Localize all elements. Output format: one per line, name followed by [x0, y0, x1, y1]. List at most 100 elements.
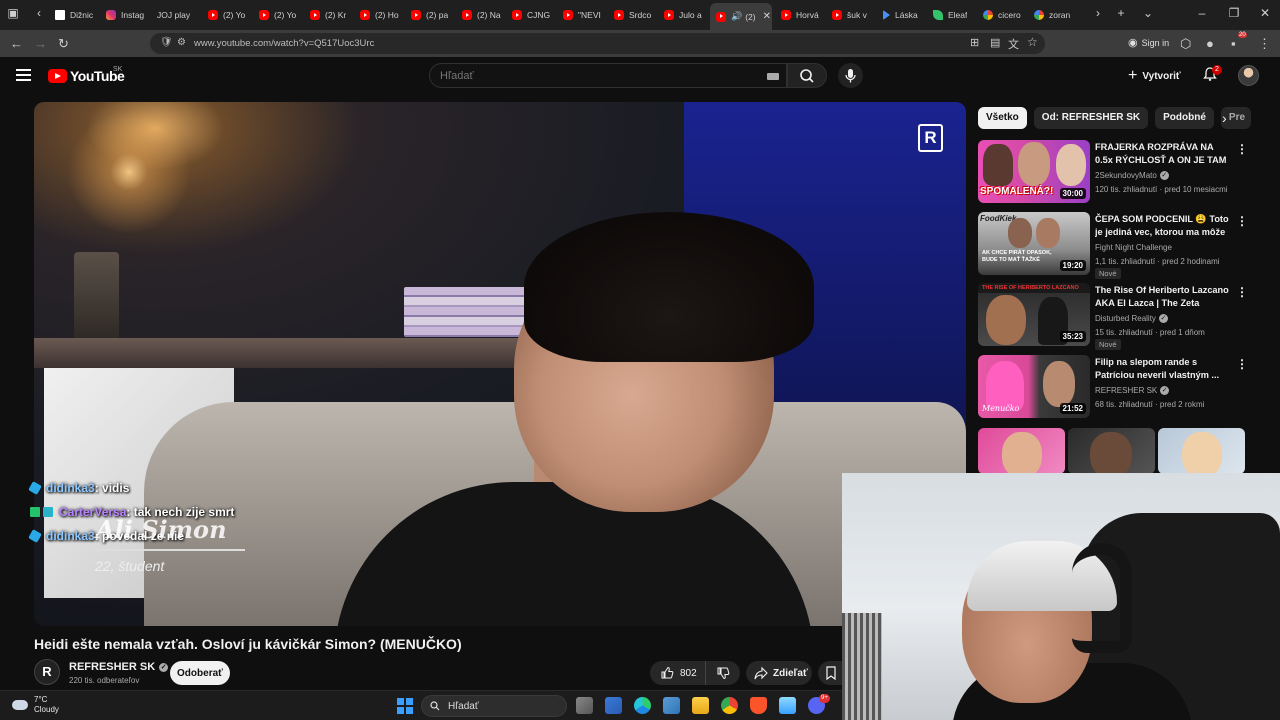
browser-tab[interactable]: (2) Ho	[360, 4, 399, 26]
recommended-title[interactable]: The Rise Of Heriberto Lazcano AKA El Laz…	[1095, 284, 1231, 310]
channel-watermark-logo[interactable]: R	[918, 124, 943, 152]
hamburger-menu-icon[interactable]	[16, 69, 31, 81]
subscribe-button[interactable]: Odoberať	[170, 661, 230, 685]
browser-tab[interactable]: "NEVI	[563, 4, 601, 26]
video-thumbnail[interactable]: THE RISE OF HERIBERTO LAZCANO 35:23	[978, 283, 1090, 346]
chevron-right-icon[interactable]: ›	[1222, 110, 1227, 126]
browser-tab[interactable]: Srdco	[614, 4, 651, 26]
close-window-icon[interactable]: ✕	[1256, 6, 1274, 20]
keyboard-icon[interactable]	[767, 73, 779, 80]
recommended-channel[interactable]: Disturbed Reality ✓	[1095, 314, 1168, 323]
maximize-icon[interactable]: ❐	[1225, 6, 1243, 20]
recommended-title[interactable]: ČEPA SOM PODCENIL 😩 Toto je jediná vec, …	[1095, 213, 1231, 239]
recommended-title[interactable]: FRAJERKA ROZPRÁVA NA 0.5x RÝCHLOSŤ A ON …	[1095, 141, 1231, 167]
close-tab-icon[interactable]: ✕	[763, 11, 771, 22]
brave-icon[interactable]	[750, 697, 767, 714]
save-page-icon[interactable]: ▤	[990, 36, 1000, 49]
like-button[interactable]: 802	[650, 661, 706, 685]
browser-tab[interactable]: Julo a	[664, 4, 702, 26]
photos-icon[interactable]	[663, 697, 680, 714]
browser-tab[interactable]: (2) Kr	[310, 4, 346, 26]
taskbar-search[interactable]: Hľadať	[421, 695, 567, 717]
recommended-video[interactable]: SPOMALENÁ?! 30:00 FRAJERKA ROZPRÁVA NA 0…	[978, 140, 1248, 204]
shorts-thumbnail[interactable]	[978, 428, 1065, 474]
scroll-tabs-left-icon[interactable]: ‹	[30, 6, 48, 20]
address-bar[interactable]: 🛡 ⚙ www.youtube.com/watch?v=Q517Uoc3Urc …	[150, 33, 1045, 54]
browser-tab[interactable]: (2) Na	[462, 4, 501, 26]
more-options-icon[interactable]: ⋮	[1236, 142, 1248, 156]
speaker-icon[interactable]: 🔊	[731, 11, 742, 22]
url-text[interactable]: www.youtube.com/watch?v=Q517Uoc3Urc	[194, 38, 374, 49]
file-explorer-icon[interactable]	[692, 697, 709, 714]
install-app-icon[interactable]: ⊞	[970, 36, 979, 49]
recommended-title[interactable]: Filip na slepom rande s Patríciou neveri…	[1095, 356, 1231, 382]
extensions-icon[interactable]: ⬡	[1180, 36, 1191, 52]
create-button[interactable]: + Vytvoriť	[1128, 67, 1181, 85]
chip-related[interactable]: Podobné	[1155, 107, 1214, 129]
browser-tab[interactable]: Eleaf	[933, 4, 967, 26]
bookmark-star-icon[interactable]: ☆	[1027, 35, 1038, 49]
shorts-thumbnail[interactable]	[1158, 428, 1245, 474]
browser-tab[interactable]: CJNG	[512, 4, 550, 26]
scroll-tabs-right-icon[interactable]: ›	[1089, 6, 1107, 20]
channel-name[interactable]: REFRESHER SK ✓	[69, 661, 169, 673]
shorts-thumbnail[interactable]	[1068, 428, 1155, 474]
tab-actions-icon[interactable]: ▣	[4, 6, 22, 20]
browser-tab[interactable]: Dižnic	[55, 4, 93, 26]
browser-tab[interactable]: Láska	[883, 4, 918, 26]
browser-tab[interactable]: Instag	[106, 4, 144, 26]
forward-icon[interactable]: →	[34, 36, 47, 51]
search-box[interactable]	[429, 63, 787, 88]
browser-tab[interactable]: (2) pa	[411, 4, 448, 26]
color-extension-icon[interactable]: ●	[1206, 36, 1214, 51]
site-info-icon[interactable]: 🛡	[160, 37, 173, 48]
browser-tab[interactable]: šuk v	[832, 4, 867, 26]
recommended-channel[interactable]: REFRESHER SK ✓	[1095, 386, 1170, 395]
windows-start-icon[interactable]	[397, 698, 413, 714]
more-options-icon[interactable]: ⋮	[1236, 357, 1248, 371]
tab-list-icon[interactable]: ⌄	[1139, 6, 1157, 20]
user-avatar[interactable]	[1238, 65, 1259, 86]
task-view-icon[interactable]	[576, 697, 593, 714]
dislike-button[interactable]	[706, 661, 740, 685]
more-options-icon[interactable]: ⋮	[1236, 214, 1248, 228]
notepad-icon[interactable]	[779, 697, 796, 714]
recommended-channel[interactable]: Fight Night Challenge	[1095, 243, 1172, 252]
browser-tab-active[interactable]: 🔊 (2) ✕	[710, 3, 772, 30]
edge-icon[interactable]	[634, 697, 651, 714]
chip-from-channel[interactable]: Od: REFRESHER SK	[1033, 107, 1149, 129]
store-icon[interactable]	[605, 697, 622, 714]
browser-tab[interactable]: Horvá	[781, 4, 819, 26]
browser-tab[interactable]: JOJ play	[157, 4, 190, 26]
reload-icon[interactable]: ↻	[58, 36, 69, 52]
sign-in-button[interactable]: ◉ Sign in	[1128, 36, 1169, 49]
share-button[interactable]: Zdieľať	[746, 661, 812, 685]
video-thumbnail[interactable]: FoodKiek AK CHCE PIRÁT OPASOK, BUDE TO M…	[978, 212, 1090, 275]
video-thumbnail[interactable]: SPOMALENÁ?! 30:00	[978, 140, 1090, 203]
weather-widget[interactable]: 7°C Cloudy	[12, 695, 59, 715]
back-icon[interactable]: ←	[10, 36, 23, 51]
minimize-icon[interactable]: –	[1193, 6, 1211, 20]
tune-icon[interactable]: ⚙	[177, 37, 186, 48]
extension-badge-icon[interactable]: ▪	[1231, 36, 1236, 51]
browser-tab[interactable]: (2) Yo	[259, 4, 296, 26]
recommended-video[interactable]: FoodKiek AK CHCE PIRÁT OPASOK, BUDE TO M…	[978, 212, 1248, 279]
chip-all[interactable]: Všetko	[978, 107, 1027, 129]
more-options-icon[interactable]: ⋮	[1236, 285, 1248, 299]
browser-menu-icon[interactable]: ⋮	[1258, 36, 1271, 52]
search-button[interactable]	[787, 63, 827, 88]
channel-avatar[interactable]: R	[34, 659, 60, 685]
browser-tab[interactable]: zoran	[1034, 4, 1070, 26]
search-input[interactable]	[440, 70, 740, 82]
video-thumbnail[interactable]: Menučko 21:52	[978, 355, 1090, 418]
recommended-video[interactable]: THE RISE OF HERIBERTO LAZCANO 35:23 The …	[978, 283, 1248, 350]
voice-search-button[interactable]	[838, 63, 863, 88]
new-tab-icon[interactable]: +	[1112, 6, 1130, 20]
save-to-playlist-button[interactable]	[818, 661, 844, 685]
browser-tab[interactable]: (2) Yo	[208, 4, 245, 26]
browser-tab[interactable]: cicero	[983, 4, 1021, 26]
chrome-icon[interactable]	[721, 697, 738, 714]
recommended-channel[interactable]: 2SekundovyMato ✓	[1095, 171, 1169, 180]
recommended-video[interactable]: Menučko 21:52 Filip na slepom rande s Pa…	[978, 355, 1248, 419]
translate-icon[interactable]: 文	[1008, 36, 1019, 52]
